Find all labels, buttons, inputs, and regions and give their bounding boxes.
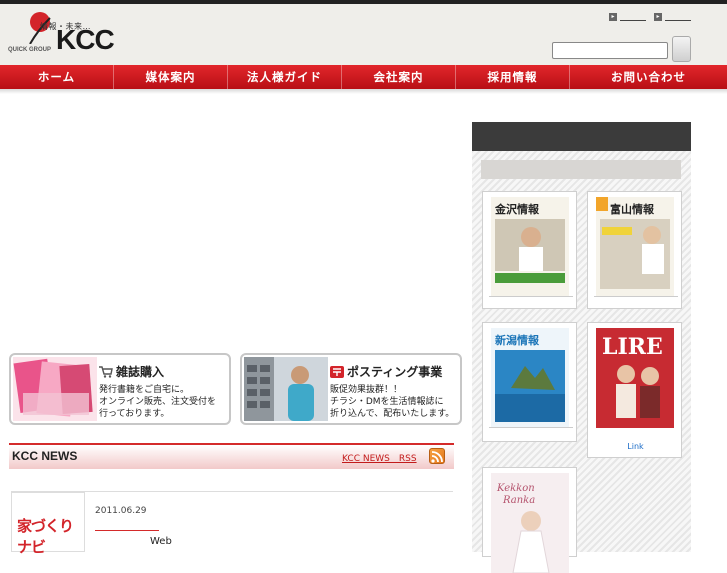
news-thumbnail-logo: 家づくりナビ [17,517,74,556]
posting-business-banner[interactable]: ポスティング事業 販促効果抜群！！ チラシ・DMを生活情報誌に 折り込んで、配布… [240,353,462,425]
news-title: KCC NEWS [12,449,78,463]
svg-text:LIRE: LIRE [602,334,663,360]
magazine-cover-image: 金沢情報 [491,197,569,297]
magazine-caption[interactable]: Link [588,442,683,451]
magazines-image [13,357,97,421]
site-header: 情報・未来… KCC QUICK GROUP ▸ ▸ [0,4,727,65]
news-rss-links[interactable]: KCC NEWS RSS [342,451,417,464]
banner-title-text: ポスティング事業 [347,365,443,379]
magazine-lire[interactable]: LIRE Link [587,322,682,458]
search-input[interactable] [552,42,668,59]
sidebar-subheader [481,160,681,179]
banner-title: 雑誌購入 [99,363,164,380]
svg-text:富山情報: 富山情報 [610,202,655,216]
sidebar-header [472,122,691,151]
magazine-purchase-banner[interactable]: 雑誌購入 発行書籍をご自宅に。 オンライン販売、注文受付を 行っております。 [9,353,231,425]
magazine-cover-image: 富山情報 [596,197,674,297]
magazine-niigata[interactable]: 新潟情報 [482,322,577,442]
nav-shadow [0,89,727,94]
news-date: 2011.06.29 [95,506,147,516]
news-header: KCC NEWS KCC NEWS RSS [9,443,454,469]
arrow-right-icon: ▸ [654,13,662,21]
cart-icon [99,365,113,378]
top-links: ▸ ▸ [609,13,691,21]
posting-image [244,357,328,421]
search-button[interactable] [672,36,691,62]
nav-item-contact[interactable]: お問い合わせ [570,65,727,89]
magazine-sidebar: 金沢情報 富山情報 新潟情報 LIRE Link Kekkon Ranka [472,122,691,573]
news-divider [95,530,159,531]
magazine-cover-image: 新潟情報 [491,328,569,428]
rss-icon[interactable] [429,448,445,464]
magazine-cover-image: LIRE [596,328,674,428]
news-item[interactable]: 家づくりナビ 2011.06.29 Web [11,491,453,556]
svg-text:Ranka: Ranka [502,495,535,506]
top-link-1[interactable]: ▸ [609,13,646,21]
logo-text: KCC [56,24,115,55]
banner-description: 販促効果抜群！！ チラシ・DMを生活情報誌に 折り込んで、配布いたします。 [330,385,455,419]
nav-item-corporate-guide[interactable]: 法人様ガイド [228,65,342,89]
banner-title-text: 雑誌購入 [116,365,165,379]
svg-text:新潟情報: 新潟情報 [495,333,540,347]
logo-group-text: QUICK GROUP [8,47,52,53]
arrow-right-icon: ▸ [609,13,617,21]
nav-item-home[interactable]: ホーム [0,65,114,89]
nav-item-recruit[interactable]: 採用情報 [456,65,570,89]
magazine-kanazawa[interactable]: 金沢情報 [482,191,577,309]
nav-item-media[interactable]: 媒体案内 [114,65,228,89]
news-thumbnail[interactable]: 家づくりナビ [11,492,85,556]
magazine-kekkon-ranka[interactable]: Kekkon Ranka [482,467,577,573]
magazine-toyama[interactable]: 富山情報 [587,191,682,309]
banner-title: ポスティング事業 [330,363,442,380]
news-headline[interactable]: Web [150,536,172,547]
magazine-cover-image: Kekkon Ranka [491,473,569,573]
banner-description: 発行書籍をご自宅に。 オンライン販売、注文受付を 行っております。 [99,385,217,419]
svg-text:Kekkon: Kekkon [496,483,535,494]
top-link-2[interactable]: ▸ [654,13,691,21]
postal-mark-icon [330,365,344,378]
kcc-logo[interactable]: 情報・未来… KCC QUICK GROUP [8,10,118,60]
svg-text:金沢情報: 金沢情報 [494,202,540,216]
nav-item-company[interactable]: 会社案内 [342,65,456,89]
global-nav: ホーム 媒体案内 法人様ガイド 会社案内 採用情報 お問い合わせ [0,65,727,89]
